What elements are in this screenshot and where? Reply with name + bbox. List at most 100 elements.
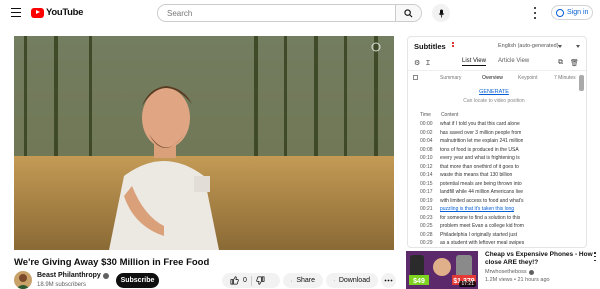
transcript-list: 00:00 what if I told you that this card a… <box>420 120 580 247</box>
language-select[interactable]: English (auto-generated) <box>498 43 559 49</box>
search-icon <box>404 8 413 17</box>
share-label: Share <box>296 277 315 284</box>
share-button[interactable]: Share <box>283 273 323 288</box>
transcript-row[interactable]: 00:29 as a student with leftover meal swi… <box>420 239 580 247</box>
video-player[interactable] <box>14 36 394 250</box>
youtube-logo[interactable]: YouTube <box>31 7 83 18</box>
channel-name-label: Beast Philanthropy <box>37 272 101 279</box>
transcript-time: 00:08 <box>420 146 433 153</box>
like-divider <box>250 275 252 286</box>
summary-tabs: Summary Overview Keypoint 7 Minutes <box>408 72 580 85</box>
tab-list-view[interactable]: List View <box>462 58 486 66</box>
recommended-video-meta: 1.2M views • 21 hours ago <box>485 277 550 283</box>
collapse-panel-chevron-icon[interactable] <box>576 45 580 48</box>
transcript-time: 00:10 <box>420 155 433 161</box>
subscribe-button[interactable]: Subscribe <box>116 273 159 288</box>
microphone-icon <box>438 9 444 17</box>
more-actions-button[interactable] <box>381 273 396 288</box>
transcript-text: what if I told you that this card alone <box>440 121 520 127</box>
recommended-video-title[interactable]: Cheap vs Expensive Phones - How close AR… <box>485 251 600 267</box>
transcript-row[interactable]: 00:19 with limited access to food and wha… <box>420 197 580 206</box>
transcript-row[interactable]: 00:10 every year and what is frightening … <box>420 154 580 163</box>
time-column-header: Time <box>420 112 431 118</box>
transcript-text: Philadelphia I originally started just <box>440 231 517 238</box>
sign-in-button[interactable]: Sign in <box>551 5 594 20</box>
recommended-more-icon[interactable] <box>594 252 597 261</box>
voice-search-button[interactable] <box>432 4 450 22</box>
like-count[interactable]: 0 <box>243 277 247 284</box>
tab-article-view[interactable]: Article View <box>498 58 529 64</box>
settings-more-icon[interactable] <box>530 7 540 19</box>
thumbnail-price-left: $49 <box>413 278 425 285</box>
tab-minutes[interactable]: 7 Minutes <box>554 75 576 81</box>
transcript-text: as a student with leftover meal swipes <box>440 240 525 246</box>
transcript-text: every year and what is frightening is <box>440 155 520 161</box>
generate-link[interactable]: GENERATE <box>408 89 580 95</box>
transcript-time: 00:21 <box>420 206 433 212</box>
tab-overview[interactable]: Overview <box>482 75 503 81</box>
transcript-time: 00:23 <box>420 214 433 221</box>
text-format-icon[interactable]: Ɪ <box>426 59 430 68</box>
transcript-row[interactable]: 00:21 puzzling is that it's taken this lo… <box>420 205 580 214</box>
tab-keypoint[interactable]: Keypoint <box>518 75 537 81</box>
transcript-time: 00:04 <box>420 138 433 144</box>
channel-avatar[interactable] <box>14 271 32 289</box>
dislike-icon[interactable] <box>256 276 265 285</box>
transcript-text: for someone to find a solution to this <box>440 214 521 221</box>
transcript-row[interactable]: 00:25 problem meet Evan a college kid fro… <box>420 222 580 231</box>
transcript-row[interactable]: 00:08 tons of food is produced in the USA <box>420 146 580 155</box>
recommended-channel[interactable]: Mrwhosetheboss <box>485 269 534 275</box>
select-all-checkbox[interactable] <box>413 75 418 80</box>
delete-icon[interactable]: 🗑 <box>570 59 579 67</box>
transcript-text: that more than onethird of it goes to <box>440 163 519 170</box>
transcript-text: tons of food is produced in the USA <box>440 146 519 153</box>
subtitles-panel: Subtitles English (auto-generated) ⚙ Ɪ L… <box>407 36 587 248</box>
recommended-video[interactable]: $49 $1,379 17:21 Cheap vs Expensive Phon… <box>406 251 600 289</box>
transcript-row[interactable]: 00:12 that more than onethird of it goes … <box>420 163 580 172</box>
youtube-play-icon <box>31 7 44 18</box>
sign-in-label: Sign in <box>567 9 589 16</box>
transcript-row[interactable]: 00:00 what if I told you that this card a… <box>420 120 580 129</box>
transcript-row[interactable]: 00:28 Philadelphia I originally started j… <box>420 231 580 240</box>
copy-icon[interactable]: ⧉ <box>558 59 563 67</box>
transcript-text: problem meet Evan a college kid from <box>440 223 524 229</box>
transcript-time: 00:00 <box>420 121 433 127</box>
subscriber-count: 18.9M subscribers <box>37 282 87 288</box>
download-label: Download <box>338 277 370 284</box>
search-input[interactable] <box>158 5 395 21</box>
settings-gear-icon[interactable]: ⚙ <box>414 59 420 67</box>
video-title: We're Giving Away $30 Million in Free Fo… <box>14 257 210 268</box>
transcript-row[interactable]: 00:14 waste this means that 130 billion <box>420 171 580 180</box>
transcript-text: malnutrition let me explain 241 million <box>440 138 524 144</box>
logo-text: YouTube <box>46 7 84 18</box>
download-button[interactable]: Download <box>326 273 378 288</box>
top-bar: YouTube Sign in <box>0 0 600 26</box>
transcript-text: with limited access to food and what's <box>440 197 524 204</box>
subtitles-toolbar: ⚙ Ɪ List View Article View ⧉ 🗑 <box>408 55 586 71</box>
transcript-row[interactable]: 00:17 landfill while 44 million Americans… <box>420 188 580 197</box>
tab-summary[interactable]: Summary <box>440 75 461 81</box>
verified-badge-icon <box>102 272 109 279</box>
transcript-time: 00:02 <box>420 129 433 136</box>
transcript-text: has saved over 3 million people from <box>440 129 522 136</box>
hamburger-menu-icon[interactable] <box>11 8 21 17</box>
search-button[interactable] <box>395 5 421 21</box>
download-icon <box>334 280 335 281</box>
recommended-video-thumbnail[interactable]: $49 $1,379 17:21 <box>406 251 478 289</box>
video-duration: 17:21 <box>459 281 476 287</box>
transcript-time: 00:25 <box>420 223 433 229</box>
transcript-text: potential meals are being thrown into <box>440 180 522 187</box>
subtitles-title: Subtitles <box>414 42 446 51</box>
channel-name[interactable]: Beast Philanthropy <box>37 272 109 279</box>
transcript-row[interactable]: 00:23 for someone to find a solution to t… <box>420 214 580 223</box>
transcript-time: 00:14 <box>420 172 433 178</box>
transcript-time: 00:29 <box>420 240 433 246</box>
subtitles-menu-icon[interactable] <box>452 42 454 48</box>
language-chevron-down-icon[interactable] <box>558 45 562 48</box>
transcript-row[interactable]: 00:04 malnutrition let me explain 241 mil… <box>420 137 580 146</box>
recommended-channel-name: Mrwhosetheboss <box>485 269 527 275</box>
transcript-row[interactable]: 00:15 potential meals are being thrown in… <box>420 180 580 189</box>
like-icon[interactable] <box>230 276 239 285</box>
transcript-row[interactable]: 00:02 has saved over 3 million people fro… <box>420 129 580 138</box>
share-icon <box>291 279 293 282</box>
